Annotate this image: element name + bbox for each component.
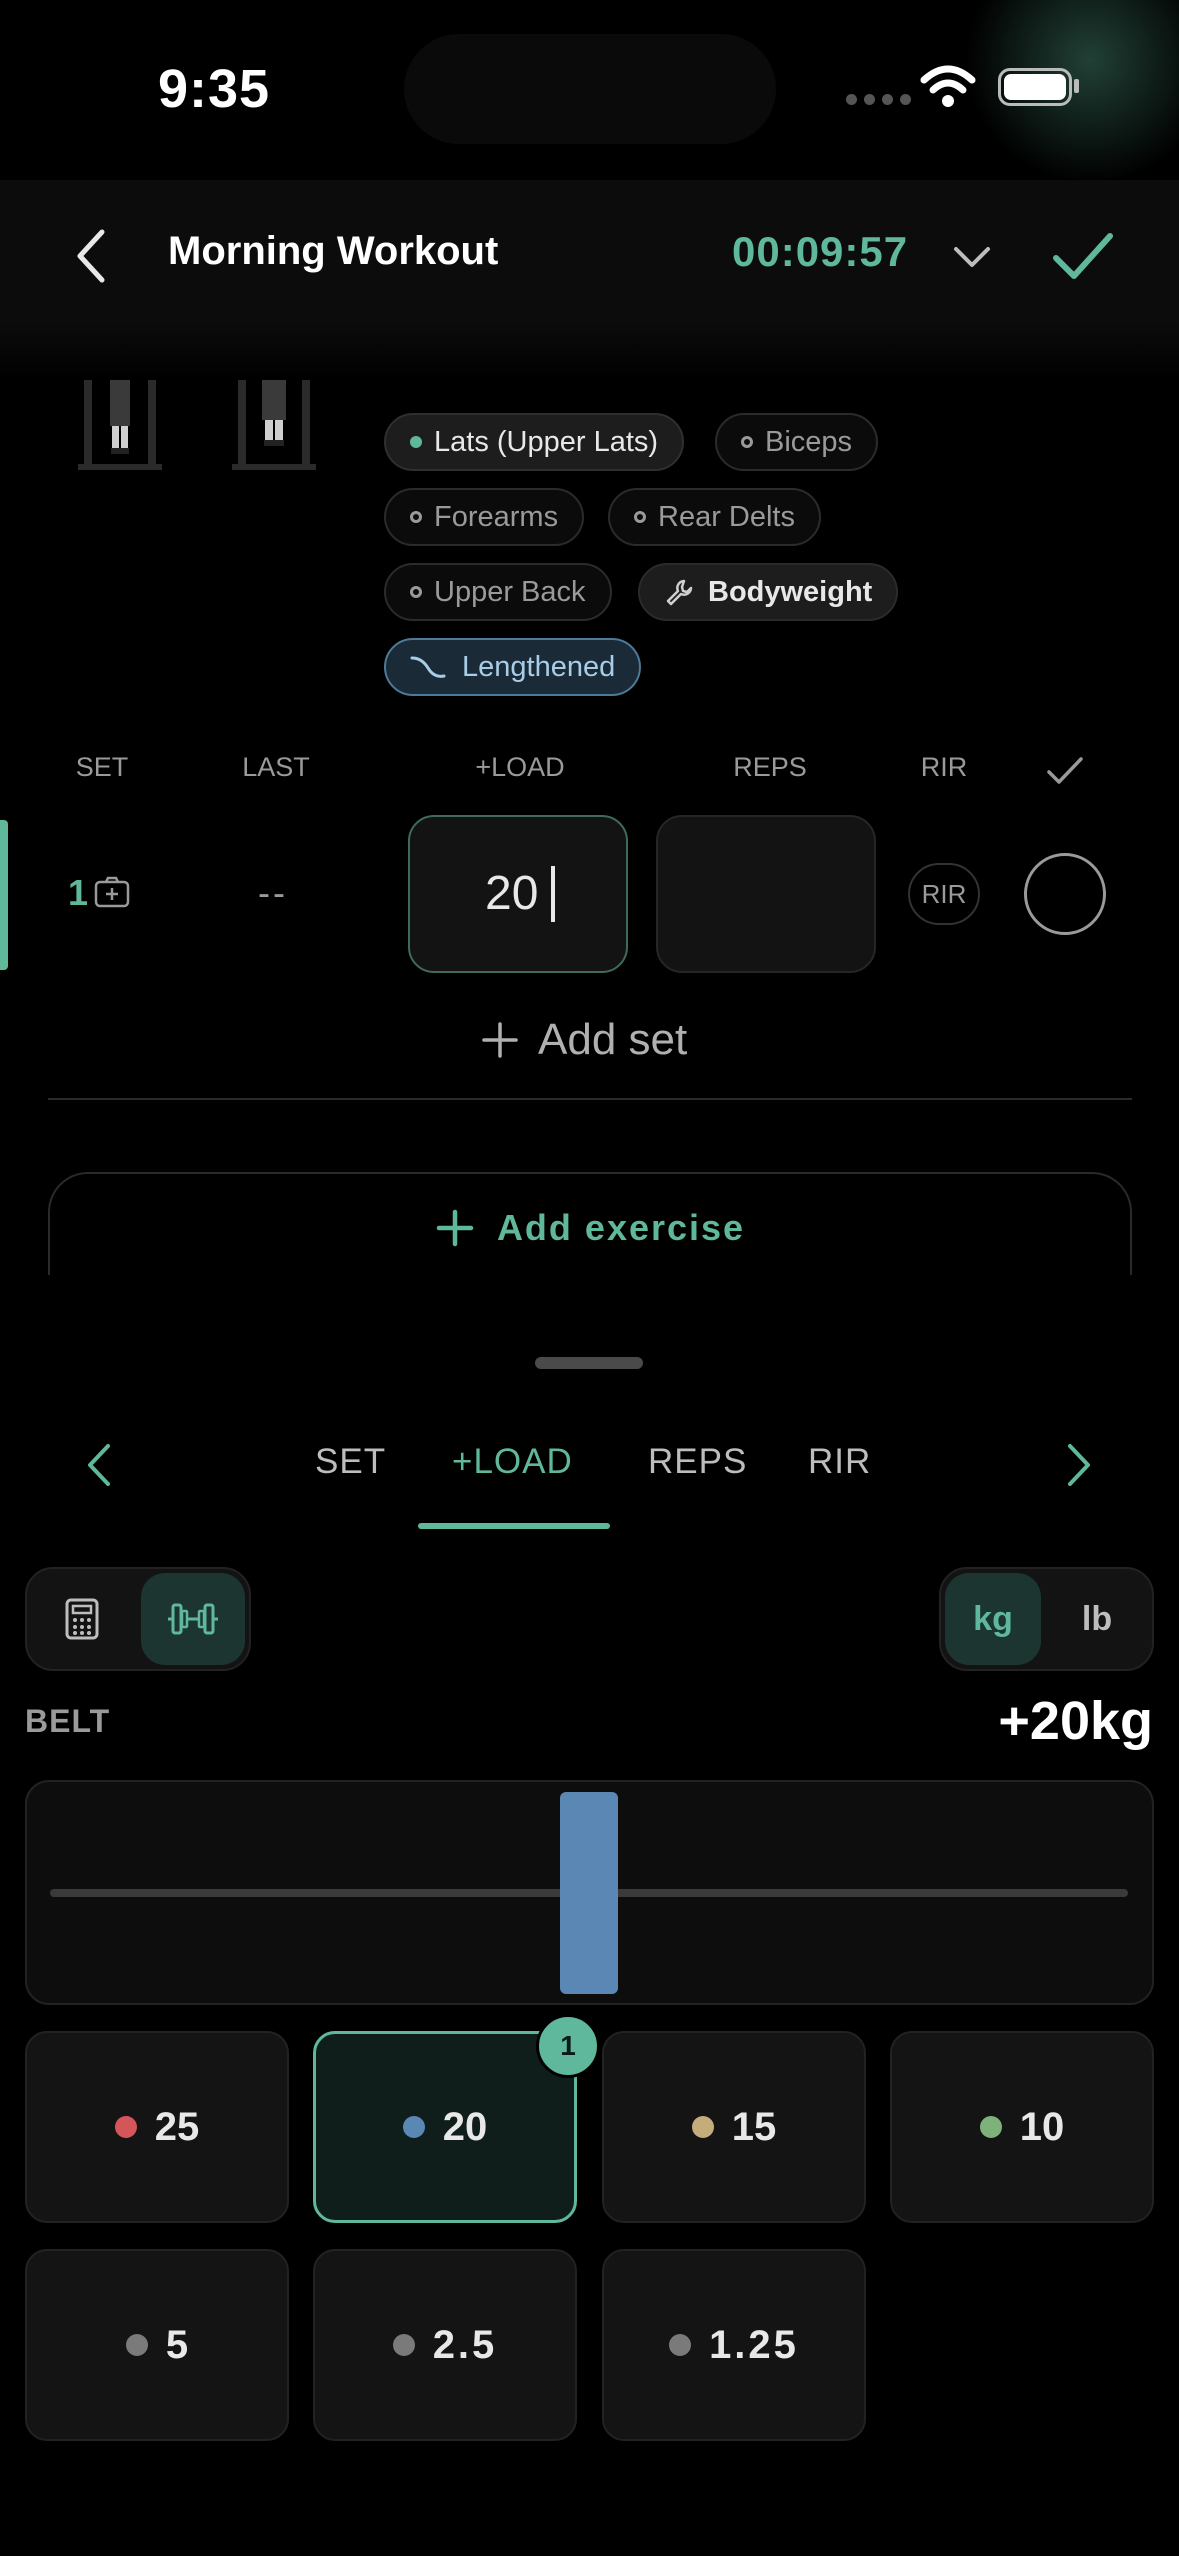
sheet-drag-handle[interactable]: [535, 1357, 643, 1369]
loaded-plate-20[interactable]: [560, 1792, 618, 1994]
plate-color-dot: [392, 2334, 415, 2356]
exercise-image-2: [232, 380, 316, 470]
chevron-down-icon[interactable]: [952, 244, 992, 270]
col-header-check-icon: [1047, 757, 1083, 784]
plate-value: 15: [731, 2104, 777, 2149]
text-cursor: [551, 866, 555, 922]
curve-icon: [410, 656, 446, 678]
tag-secondary-muscle: Forearms: [384, 488, 585, 546]
next-field-chevron-icon[interactable]: [1064, 1442, 1094, 1488]
tag-label: Lengthened: [462, 650, 616, 683]
plate-color-dot: [402, 2116, 425, 2138]
plate-count-badge: 1: [536, 2014, 600, 2078]
plate-value: 25: [154, 2104, 200, 2149]
wrench-icon: [666, 579, 693, 606]
plate-color-dot: [125, 2334, 148, 2356]
tag-secondary-muscle: Upper Back: [384, 563, 612, 621]
plate-color-dot: [669, 2334, 692, 2356]
plus-icon: [482, 1022, 518, 1058]
total-load-label: +20kg: [998, 1691, 1153, 1751]
hollow-dot-icon: [410, 511, 422, 523]
prev-field-chevron-icon[interactable]: [84, 1442, 114, 1488]
plate-value: 10: [1019, 2104, 1065, 2149]
hollow-dot-icon: [741, 436, 753, 448]
set-number[interactable]: 1: [68, 872, 88, 914]
section-divider: [48, 1098, 1132, 1100]
tab-reps[interactable]: REPS: [648, 1442, 747, 1482]
tag-label: Lats (Upper Lats): [434, 425, 659, 458]
plate-button-1-25[interactable]: 1.25: [602, 2249, 866, 2441]
hollow-dot-icon: [634, 511, 646, 523]
tag-primary-muscle: Lats (Upper Lats): [384, 413, 685, 471]
tag-label: Bodyweight: [708, 575, 873, 608]
unit-lb-button[interactable]: lb: [1049, 1573, 1145, 1665]
plate-button-20[interactable]: 20: [313, 2031, 577, 2223]
signal-icon: [846, 94, 911, 105]
calculator-mode-button[interactable]: [31, 1573, 133, 1665]
rir-button[interactable]: RIR: [908, 863, 980, 925]
header-bar: [0, 180, 1179, 380]
plate-button-5[interactable]: 5: [25, 2249, 289, 2441]
plate-value: 1.25: [709, 2322, 799, 2367]
finish-check-icon[interactable]: [1052, 230, 1114, 282]
add-set-button[interactable]: Add set: [480, 1015, 687, 1065]
col-header-load: +LOAD: [475, 752, 565, 782]
plus-icon: [436, 1209, 474, 1247]
tag-equipment: Bodyweight: [638, 563, 899, 621]
exercise-image-1: [78, 380, 162, 470]
col-header-last: LAST: [242, 752, 310, 782]
tag-lengthened: Lengthened: [384, 638, 642, 696]
plate-color-dot: [114, 2116, 137, 2138]
set-type-icon[interactable]: [94, 876, 130, 908]
wifi-icon: [920, 65, 976, 107]
tag-label: Rear Delts: [658, 500, 795, 533]
add-set-label: Add set: [538, 1015, 688, 1064]
workout-timer: 00:09:57: [732, 228, 909, 275]
hollow-dot-icon: [410, 586, 422, 598]
plate-button-15[interactable]: 15: [602, 2031, 866, 2223]
tag-label: Upper Back: [434, 575, 586, 608]
workout-title[interactable]: Morning Workout: [168, 229, 498, 274]
col-header-set: SET: [75, 752, 129, 782]
col-header-reps: REPS: [733, 752, 807, 782]
tab-load[interactable]: +LOAD: [452, 1442, 573, 1482]
plate-value: 20: [442, 2104, 488, 2149]
plate-color-dot: [979, 2116, 1002, 2138]
tag-label: Biceps: [765, 425, 853, 458]
plate-color-dot: [691, 2116, 714, 2138]
plate-button-2-5[interactable]: 2.5: [313, 2249, 577, 2441]
plate-value: 2.5: [432, 2322, 498, 2367]
add-exercise-button[interactable]: Add exercise: [48, 1172, 1132, 1282]
unit-toggle: kg lb: [939, 1567, 1154, 1671]
tab-rir[interactable]: RIR: [808, 1442, 871, 1482]
battery-cap: [1074, 79, 1079, 93]
active-tab-underline: [418, 1523, 610, 1529]
back-chevron-icon[interactable]: [72, 226, 112, 286]
battery-icon: [998, 68, 1072, 106]
calculator-icon: [65, 1598, 99, 1640]
filled-dot-icon: [410, 436, 422, 448]
last-value: --: [258, 872, 288, 913]
dynamic-island: [404, 34, 776, 144]
tag-label: Forearms: [434, 500, 559, 533]
input-mode-toggle: [25, 1567, 251, 1671]
status-time: 9:35: [158, 59, 271, 119]
plate-button-25[interactable]: 25: [25, 2031, 289, 2223]
plate-value: 5: [165, 2322, 189, 2367]
active-row-indicator: [0, 820, 8, 970]
tab-set[interactable]: SET: [315, 1442, 386, 1482]
unit-kg-button[interactable]: kg: [945, 1573, 1041, 1665]
add-exercise-label: Add exercise: [496, 1207, 746, 1248]
equipment-label: BELT: [25, 1703, 111, 1739]
reps-input[interactable]: [656, 815, 876, 973]
plate-button-10[interactable]: 10: [890, 2031, 1154, 2223]
tag-secondary-muscle: Rear Delts: [608, 488, 821, 546]
load-input-value: 20: [485, 867, 539, 920]
plate-mode-button[interactable]: [141, 1573, 245, 1665]
tag-secondary-muscle: Biceps: [715, 413, 879, 471]
complete-set-toggle[interactable]: [1024, 853, 1106, 935]
col-header-rir: RIR: [920, 752, 968, 782]
dumbbell-icon: [168, 1603, 218, 1635]
